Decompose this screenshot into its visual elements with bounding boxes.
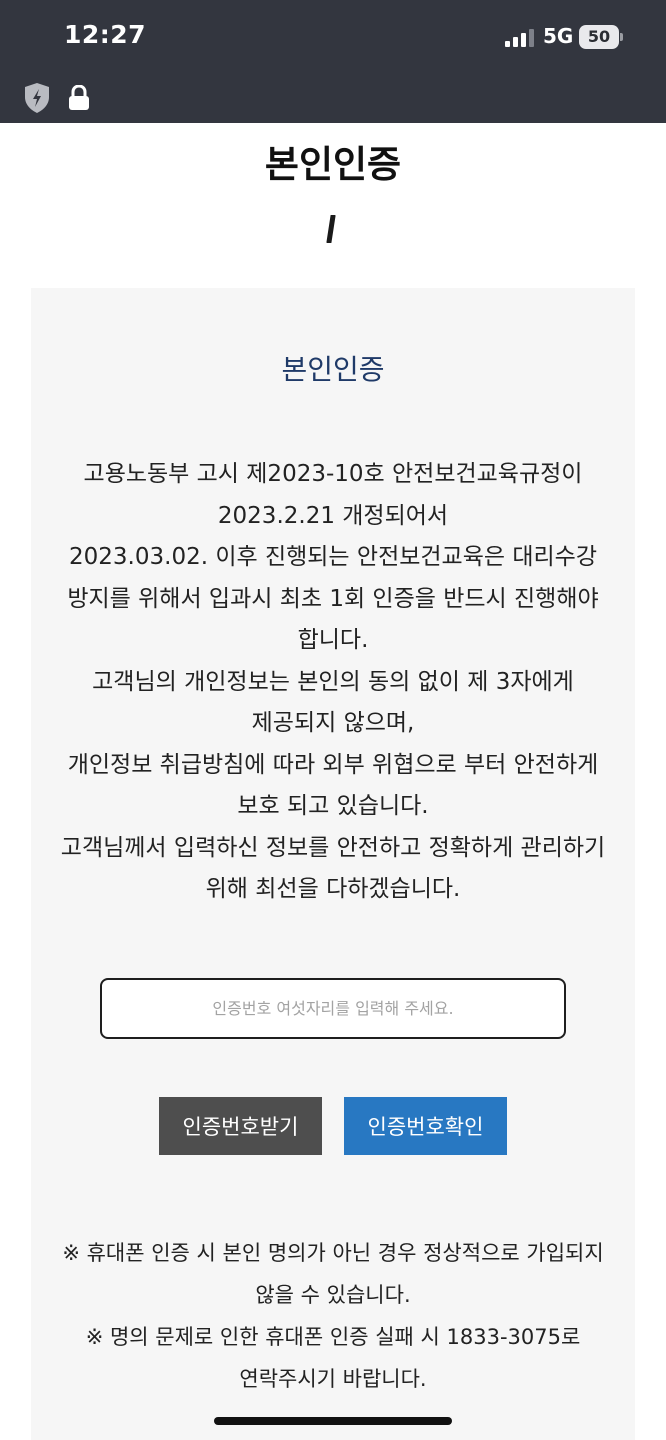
footnote-line: 연락주시기 바랍니다.: [239, 1367, 427, 1391]
battery-icon: 50: [579, 25, 623, 49]
footnote-line: ※ 휴대폰 인증 시 본인 명의가 아닌 경우 정상적으로 가입되지: [62, 1241, 604, 1265]
request-code-button[interactable]: 인증번호받기: [159, 1097, 322, 1155]
lock-icon[interactable]: [68, 85, 90, 111]
notice-text: 고용노동부 고시 제2023-10호 안전보건교육규정이 2023.2.21 개…: [31, 454, 635, 911]
notice-line: 방지를 위해서 입과시 최초 1회 인증을 반드시 진행해야: [67, 585, 599, 612]
footnote-text: ※ 휴대폰 인증 시 본인 명의가 아닌 경우 정상적으로 가입되지 않을 수 …: [31, 1232, 635, 1400]
notice-line: 고객님께서 입력하신 정보를 안전하고 정확하게 관리하기: [60, 834, 606, 861]
battery-level: 50: [579, 25, 619, 49]
signal-icon: [505, 29, 534, 47]
notice-line: 2023.03.02. 이후 진행되는 안전보건교육은 대리수강: [69, 544, 597, 570]
notice-line: 2023.2.21 개정되어서: [217, 502, 449, 529]
notice-line: 보호 되고 있습니다.: [237, 793, 429, 819]
browser-top-bar: 12:27 5G 50: [0, 0, 666, 123]
notice-line: 제공되지 않으며,: [251, 710, 415, 736]
confirm-code-button[interactable]: 인증번호확인: [344, 1097, 507, 1155]
home-indicator[interactable]: [214, 1417, 452, 1425]
notice-line: 합니다.: [297, 627, 369, 653]
page-title: 본인인증: [264, 143, 402, 186]
notice-line: 고용노동부 고시 제2023-10호 안전보건교육규정이: [83, 461, 583, 487]
title-divider-mark: [326, 215, 336, 243]
notice-line: 위해 최선을 다하겠습니다.: [205, 876, 461, 902]
battery-nub: [620, 33, 623, 41]
network-type: 5G: [543, 24, 574, 48]
footnote-line: 않을 수 있습니다.: [255, 1283, 411, 1307]
notice-line: 고객님의 개인정보는 본인의 동의 없이 제 3자에게: [92, 668, 574, 695]
verification-code-input[interactable]: [100, 978, 566, 1039]
footnote-line: ※ 명의 문제로 인한 휴대폰 인증 실패 시 1833-3075로: [85, 1325, 581, 1349]
notice-line: 개인정보 취급방침에 따라 외부 위협으로 부터 안전하게: [67, 751, 599, 778]
card-title: 본인인증: [281, 353, 385, 386]
shield-bolt-icon[interactable]: [24, 82, 50, 114]
status-time: 12:27: [64, 20, 147, 49]
